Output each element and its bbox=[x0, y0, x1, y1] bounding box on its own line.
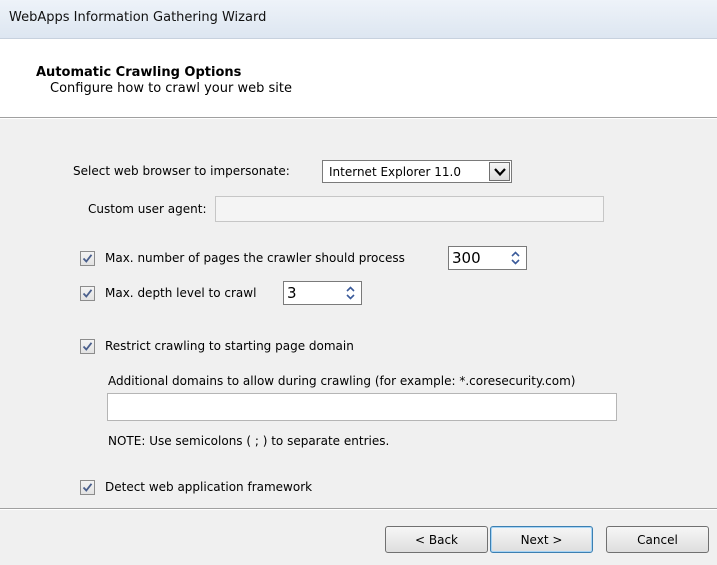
spin-down-icon bbox=[511, 259, 520, 265]
browser-select[interactable]: Internet Explorer 11.0 bbox=[322, 160, 512, 183]
checkmark-icon bbox=[82, 483, 93, 492]
back-button[interactable]: < Back bbox=[385, 526, 488, 553]
max-depth-value: 3 bbox=[287, 284, 297, 302]
max-depth-spin-buttons[interactable] bbox=[342, 284, 359, 302]
next-button[interactable]: Next > bbox=[490, 526, 593, 553]
browser-dropdown-button[interactable] bbox=[489, 162, 510, 181]
restrict-domain-checkbox[interactable] bbox=[80, 339, 95, 354]
title-bar: WebApps Information Gathering Wizard bbox=[0, 0, 717, 39]
max-pages-checkbox[interactable] bbox=[80, 251, 95, 266]
browser-selected-value: Internet Explorer 11.0 bbox=[329, 165, 461, 179]
page-subtitle: Configure how to crawl your web site bbox=[50, 81, 292, 96]
max-depth-checkbox[interactable] bbox=[80, 286, 95, 301]
max-depth-label: Max. depth level to crawl bbox=[105, 286, 257, 300]
page-title: Automatic Crawling Options bbox=[36, 65, 242, 80]
max-pages-label: Max. number of pages the crawler should … bbox=[105, 251, 405, 265]
chevron-down-icon bbox=[494, 168, 506, 177]
window-title: WebApps Information Gathering Wizard bbox=[9, 10, 267, 25]
detect-framework-checkbox[interactable] bbox=[80, 480, 95, 495]
max-pages-stepper[interactable]: 300 bbox=[448, 246, 527, 270]
header-divider bbox=[0, 117, 717, 119]
additional-domains-label: Additional domains to allow during crawl… bbox=[108, 374, 576, 388]
cancel-button[interactable]: Cancel bbox=[606, 526, 709, 553]
user-agent-field[interactable] bbox=[215, 196, 604, 222]
checkmark-icon bbox=[82, 254, 93, 263]
user-agent-label: Custom user agent: bbox=[88, 202, 207, 216]
browser-label: Select web browser to impersonate: bbox=[73, 164, 290, 178]
detect-framework-label: Detect web application framework bbox=[105, 480, 313, 494]
max-pages-value: 300 bbox=[452, 249, 481, 267]
spin-up-icon bbox=[346, 286, 355, 292]
checkmark-icon bbox=[82, 342, 93, 351]
spin-down-icon bbox=[346, 294, 355, 300]
wizard-window: WebApps Information Gathering Wizard Aut… bbox=[0, 0, 717, 565]
restrict-domain-label: Restrict crawling to starting page domai… bbox=[105, 339, 354, 353]
max-pages-spin-buttons[interactable] bbox=[507, 249, 524, 267]
checkmark-icon bbox=[82, 289, 93, 298]
spin-up-icon bbox=[511, 251, 520, 257]
wizard-header: Automatic Crawling Options Configure how… bbox=[0, 39, 717, 117]
max-depth-stepper[interactable]: 3 bbox=[283, 281, 362, 305]
separator-note: NOTE: Use semicolons ( ; ) to separate e… bbox=[108, 434, 390, 448]
additional-domains-field[interactable] bbox=[107, 393, 617, 421]
footer-divider bbox=[0, 508, 717, 510]
